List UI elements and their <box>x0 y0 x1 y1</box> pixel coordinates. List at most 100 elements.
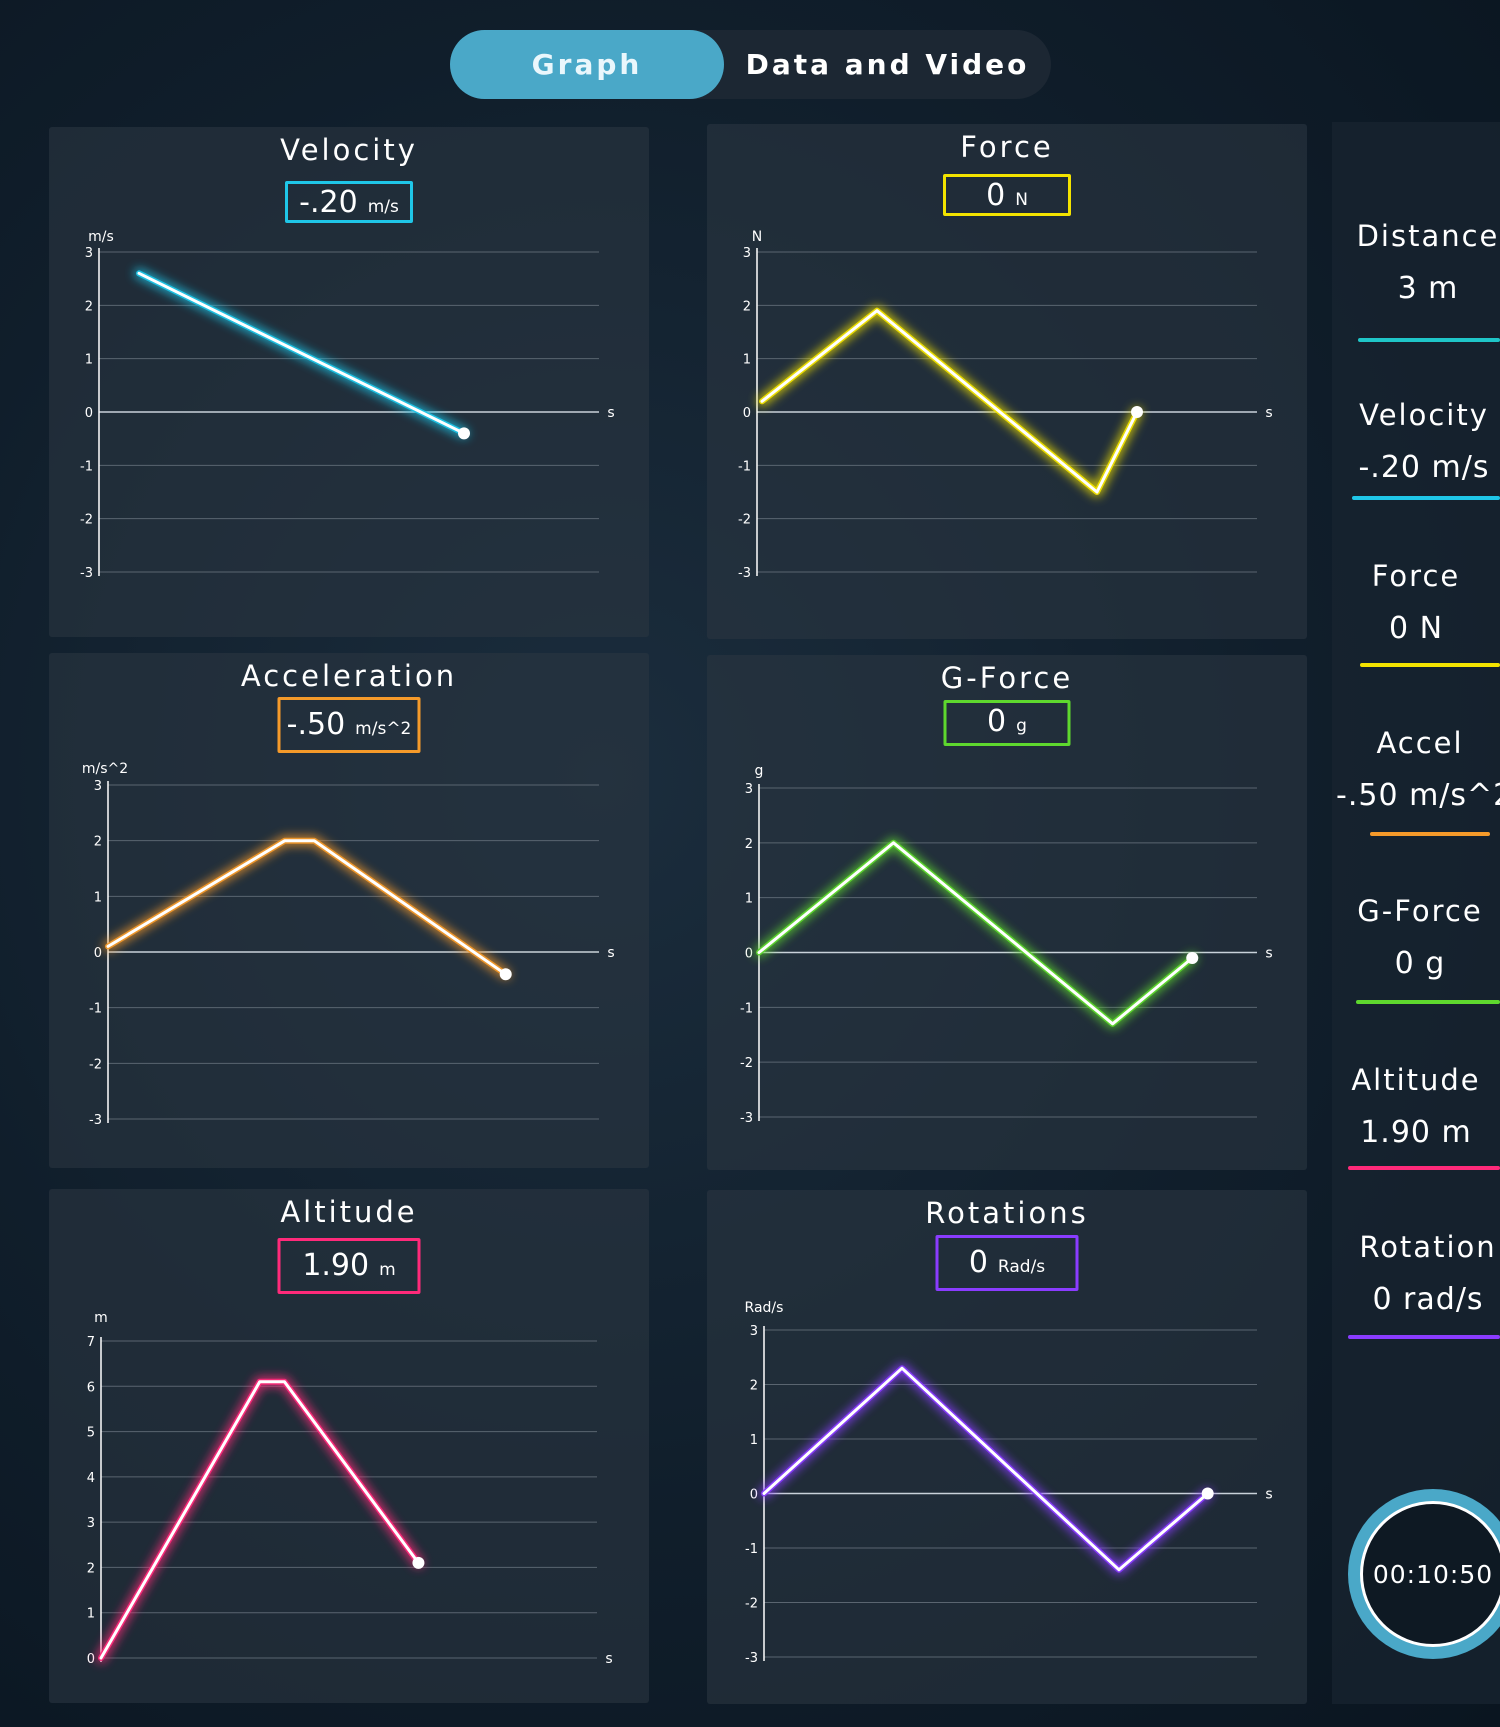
summary-item-rotation: Rotation 0 rad/s <box>1344 1230 1500 1317</box>
altitude-series-line <box>99 1380 420 1660</box>
altitude-tick-label: 2 <box>87 1561 95 1576</box>
force-tick-label: -3 <box>738 566 751 581</box>
tab-data-and-video[interactable]: Data and Video <box>724 30 1051 99</box>
rotations-tick-label: 2 <box>750 1379 758 1394</box>
app-root: Graph Data and Video Velocity -.20 m/s 3… <box>0 0 1500 1727</box>
force-panel: Force 0 N 3 2 1 0 -1 -2 -3 Ns <box>707 124 1307 639</box>
velocity-tick-label: -2 <box>80 513 93 528</box>
summary-item-force: Force 0 N <box>1332 559 1500 646</box>
timer-face: 00:10:50 <box>1360 1501 1500 1647</box>
acceleration-x-label: s <box>607 945 614 961</box>
force-series-glow <box>757 305 1142 497</box>
tab-graph[interactable]: Graph <box>450 30 724 99</box>
force-tick-label: 0 <box>743 406 751 421</box>
acceleration-endpoint <box>499 968 512 981</box>
velocity-panel: Velocity -.20 m/s 3 2 1 0 -1 -2 -3 m/s s <box>49 127 649 637</box>
summary-label-velocity: Velocity <box>1359 398 1489 432</box>
altitude-tick-label: 5 <box>87 1426 95 1441</box>
rotations-tick-label: -3 <box>745 1651 758 1666</box>
gforce-endpoint <box>1186 951 1199 964</box>
force-unit-label: N <box>752 229 762 245</box>
rotations-series-halo <box>761 1365 1211 1573</box>
force-tick-label: 2 <box>743 299 751 314</box>
rotations-x-label: s <box>1265 1487 1272 1503</box>
acceleration-tick-label: 3 <box>94 779 102 794</box>
summary-value-distance: 3 m <box>1397 271 1459 306</box>
gforce-unit-label: g <box>755 763 764 779</box>
altitude-chart: 7 6 5 4 3 2 1 0 m s <box>87 1310 613 1667</box>
gforce-series-halo <box>756 839 1196 1027</box>
altitude-series-halo <box>98 1378 422 1661</box>
acceleration-tick-label: 0 <box>94 946 102 961</box>
velocity-x-label: s <box>607 405 614 421</box>
altitude-tick-label: 4 <box>87 1471 95 1486</box>
gforce-tick-label: 1 <box>745 892 753 907</box>
gforce-chart: 3 2 1 0 -1 -2 -3 g s <box>740 763 1273 1126</box>
distance-indicator-line <box>1358 338 1500 342</box>
gforce-tick-label: 0 <box>745 947 753 962</box>
acceleration-tick-label: -2 <box>89 1057 102 1072</box>
gforce-tick-label: 2 <box>745 837 753 852</box>
velocity-series-line <box>137 271 466 435</box>
acceleration-tick-label: 1 <box>94 890 102 905</box>
summary-value-altitude: 1.90 m <box>1360 1115 1472 1150</box>
velocity-unit-label: m/s <box>88 229 114 245</box>
gforce-series-glow <box>754 837 1198 1029</box>
acceleration-tick-label: 2 <box>94 835 102 850</box>
velocity-tick-label: -1 <box>80 459 93 474</box>
altitude-tick-label: 7 <box>87 1335 95 1350</box>
acceleration-chart: 3 2 1 0 -1 -2 -3 m/s^2 s <box>82 761 615 1128</box>
summary-label-distance: Distance <box>1356 219 1500 253</box>
timer-text: 00:10:50 <box>1372 1559 1494 1589</box>
rotation-indicator-line <box>1348 1335 1500 1339</box>
summary-item-velocity: Velocity -.20 m/s <box>1340 398 1500 485</box>
rotations-panel: Rotations 0 Rad/s 3 2 1 0 -1 -2 -3 Rad/s s <box>707 1190 1307 1704</box>
gforce-x-label: s <box>1265 946 1272 962</box>
force-chart: 3 2 1 0 -1 -2 -3 Ns <box>738 229 1273 581</box>
force-series-halo <box>759 307 1140 495</box>
summary-value-velocity: -.20 m/s <box>1358 450 1490 485</box>
gforce-indicator-line <box>1356 1000 1500 1004</box>
gforce-tick-label: -3 <box>740 1111 753 1126</box>
velocity-endpoint <box>458 427 470 440</box>
rotations-endpoint <box>1201 1487 1214 1500</box>
gforce-tick-label: -1 <box>740 1001 753 1016</box>
acceleration-tick-label: -3 <box>89 1113 102 1128</box>
rotations-tick-label: 1 <box>750 1433 758 1448</box>
force-indicator-line <box>1360 663 1500 667</box>
summary-item-distance: Distance 3 m <box>1344 219 1500 306</box>
rotations-series-line <box>762 1366 1210 1572</box>
summary-label-force: Force <box>1371 559 1461 593</box>
altitude-series-glow <box>96 1376 424 1663</box>
altitude-panel: Altitude 1.90 m 76543210ms <box>49 1189 649 1703</box>
rotations-series-glow <box>759 1363 1213 1575</box>
summary-label-rotation: Rotation <box>1359 1230 1497 1264</box>
summary-value-accel: -.50 m/s^2 <box>1336 778 1500 813</box>
altitude-tick-label: 6 <box>87 1380 95 1395</box>
rotations-tick-label: -1 <box>745 1542 758 1557</box>
force-tick-label: 3 <box>743 246 751 261</box>
view-tabs: Graph Data and Video <box>450 30 1051 99</box>
velocity-indicator-line <box>1352 496 1500 500</box>
altitude-unit-label: m <box>94 1310 108 1326</box>
force-tick-label: -2 <box>738 513 751 528</box>
velocity-tick-label: -3 <box>80 566 93 581</box>
velocity-tick-label: 1 <box>85 353 93 368</box>
rotations-tick-label: -2 <box>745 1597 758 1612</box>
force-tick-label: 1 <box>743 353 751 368</box>
altitude-tick-label: 3 <box>87 1516 95 1531</box>
altitude-x-label: s <box>605 1651 612 1667</box>
rotations-chart: 3 2 1 0 -1 -2 -3 Rad/s s <box>745 1300 1273 1666</box>
altitude-endpoint <box>412 1556 425 1569</box>
altitude-indicator-line <box>1348 1166 1500 1170</box>
acceleration-tick-label: -1 <box>89 1002 102 1017</box>
acceleration-series-halo <box>105 837 509 978</box>
rotations-tick-label: 3 <box>750 1324 758 1339</box>
velocity-tick-label: 0 <box>85 406 93 421</box>
force-endpoint <box>1131 406 1143 418</box>
summary-item-gforce: G-Force 0 g <box>1336 894 1500 981</box>
force-series-line <box>760 309 1139 494</box>
force-x-label: s <box>1265 405 1272 421</box>
summary-value-rotation: 0 rad/s <box>1372 1282 1484 1317</box>
rotations-tick-label: 0 <box>750 1488 758 1503</box>
